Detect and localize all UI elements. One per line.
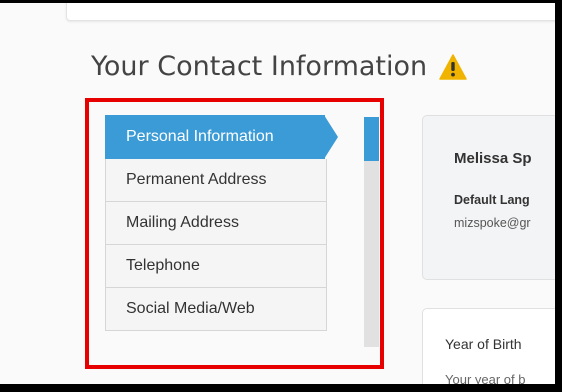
page-title-text: Your Contact Information [91,51,428,82]
page-title: Your Contact Information [91,51,467,82]
highlight-annotation-box [85,98,384,369]
profile-name: Melissa Sp [454,150,532,167]
default-language-label: Default Lang [454,193,530,207]
warning-triangle-icon[interactable] [439,53,467,80]
profile-summary-card: Melissa Sp Default Lang mizspoke@gr [422,115,555,280]
year-of-birth-description: Your year of b [445,372,526,384]
year-of-birth-title: Year of Birth [445,336,522,352]
profile-email: mizspoke@gr [454,216,531,230]
page-viewport: Your Contact Information Personal Inform… [0,3,555,384]
top-card [66,3,555,21]
year-of-birth-card: Year of Birth Your year of b [422,308,555,384]
